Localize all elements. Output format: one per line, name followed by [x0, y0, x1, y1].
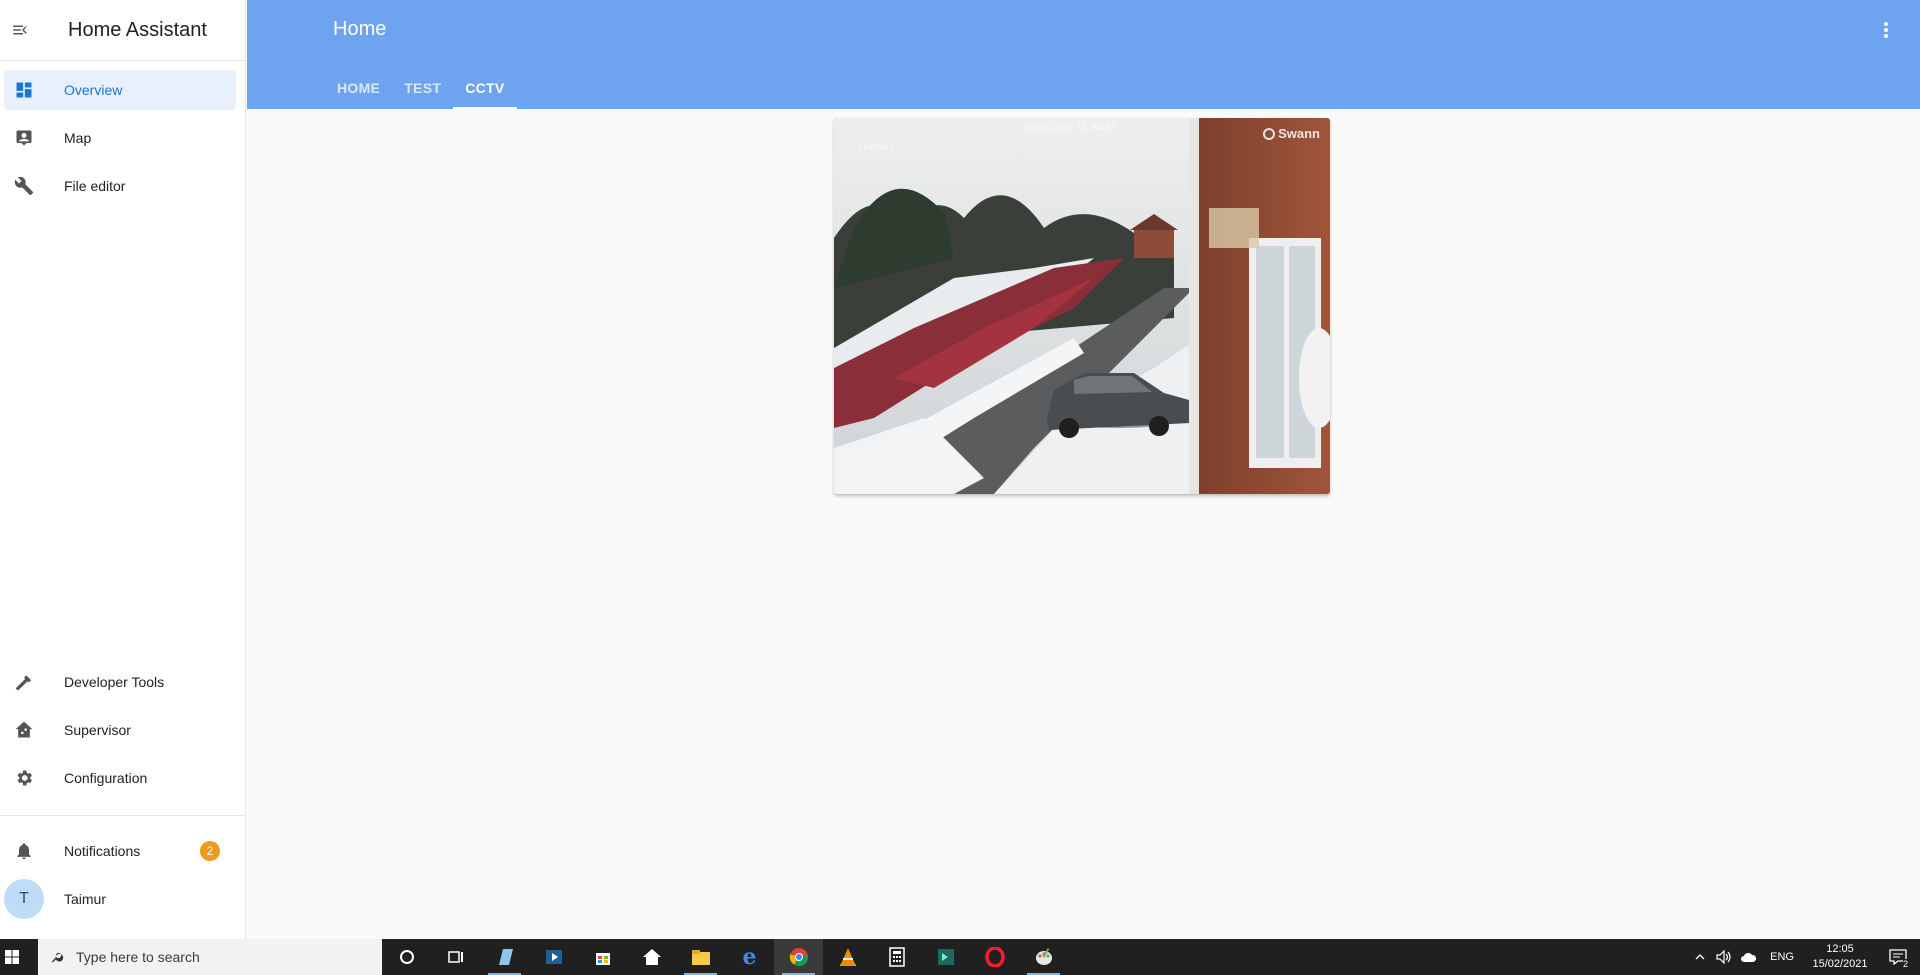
- sidebar-item-label: Supervisor: [64, 722, 131, 738]
- speaker-icon: [1716, 950, 1731, 964]
- notepad-icon: [498, 949, 513, 965]
- sidebar-item-overview[interactable]: Overview: [4, 70, 236, 110]
- home-icon: [642, 949, 661, 965]
- sidebar-item-label: Developer Tools: [64, 674, 165, 690]
- dots-vertical-icon: [1884, 22, 1888, 38]
- taskbar-app-vlc[interactable]: [823, 939, 872, 975]
- sidebar-item-file-editor[interactable]: File editor: [4, 166, 236, 206]
- taskbar-app-chrome[interactable]: [774, 939, 823, 975]
- sidebar-item-label: File editor: [64, 178, 126, 194]
- opera-icon: [984, 947, 1005, 967]
- sidebar-item-label: Map: [64, 130, 92, 146]
- input-language-indicator[interactable]: ENG: [1760, 951, 1804, 963]
- sidebar-item-configuration[interactable]: Configuration: [4, 758, 236, 798]
- cortana-circle-icon: [399, 950, 414, 964]
- app-header: Home HOME TEST CCTV: [247, 0, 1920, 109]
- onedrive-button[interactable]: [1736, 939, 1760, 975]
- sidebar-item-label: Notifications: [64, 843, 141, 859]
- hammer-icon: [4, 672, 44, 692]
- menu-collapse-button[interactable]: [0, 10, 40, 50]
- edge-icon: e: [742, 944, 757, 970]
- clock-date: 15/02/2021: [1812, 958, 1868, 970]
- sidebar-item-developer-tools[interactable]: Developer Tools: [4, 662, 236, 702]
- camera-feed-image: [834, 118, 1330, 494]
- volume-button[interactable]: [1712, 939, 1736, 975]
- taskbar-app-opera[interactable]: [970, 939, 1019, 975]
- taskbar-app-media[interactable]: [529, 939, 578, 975]
- tab-cctv[interactable]: CCTV: [453, 66, 517, 109]
- windows-taskbar: Type here to search e ENG 12:05 15/02/20…: [0, 939, 1920, 975]
- start-button[interactable]: [0, 939, 24, 975]
- taskbar-app-calculator[interactable]: [872, 939, 921, 975]
- cortana-button[interactable]: [382, 939, 431, 975]
- tab-test[interactable]: TEST: [392, 66, 453, 109]
- windows-logo-icon: [5, 950, 19, 964]
- chrome-icon: [789, 948, 808, 967]
- page-title: Home: [333, 18, 387, 40]
- taskbar-app-home[interactable]: [627, 939, 676, 975]
- notifications-badge: 2: [200, 841, 220, 861]
- sidebar-divider: [0, 815, 246, 816]
- search-icon: [51, 952, 64, 963]
- paint-palette-icon: [1035, 948, 1052, 965]
- avatar-wrapper: T: [4, 879, 44, 919]
- taskbar-search-box[interactable]: Type here to search: [38, 939, 382, 975]
- media-player-icon: [545, 950, 562, 964]
- camera-logo-text: Swann: [1278, 126, 1320, 141]
- more-options-button[interactable]: [1872, 14, 1900, 46]
- folder-icon: [691, 950, 710, 965]
- clock-time: 12:05: [1826, 943, 1854, 955]
- sidebar-item-notifications[interactable]: Notifications 2: [4, 831, 236, 871]
- taskbar-app-edge[interactable]: e: [725, 939, 774, 975]
- taskbar-app-paint[interactable]: [1019, 939, 1068, 975]
- sidebar-item-user[interactable]: T Taimur: [4, 879, 236, 919]
- camera-watermark-logo: Swann: [1263, 126, 1320, 141]
- action-center-button[interactable]: 2: [1876, 939, 1920, 975]
- sidebar-title: Home Assistant: [68, 18, 207, 41]
- account-box-icon: [4, 128, 44, 148]
- cog-icon: [4, 768, 44, 788]
- camera-timestamp: 15/02/2021 12:04:47: [1024, 123, 1116, 132]
- vlc-cone-icon: [839, 948, 856, 966]
- calculator-icon: [888, 947, 905, 967]
- menu-open-icon: [13, 25, 27, 35]
- store-bag-icon: [595, 953, 610, 965]
- taskbar-app-terminal[interactable]: [921, 939, 970, 975]
- taskbar-app-notepad[interactable]: [480, 939, 529, 975]
- cloud-icon: [1741, 953, 1757, 962]
- home-assistant-app: Home Assistant Overview Map File editor …: [0, 0, 1920, 939]
- view-tabs: HOME TEST CCTV: [325, 66, 517, 109]
- chevron-up-icon: [1695, 954, 1705, 960]
- camera-feed-card[interactable]: 15/02/2021 12:04:47 Channel 1 Swann: [834, 118, 1330, 494]
- taskbar-clock[interactable]: 12:05 15/02/2021: [1804, 942, 1876, 972]
- show-hidden-icons-button[interactable]: [1688, 939, 1712, 975]
- task-view-button[interactable]: [431, 939, 480, 975]
- tab-home[interactable]: HOME: [325, 66, 392, 109]
- sidebar-item-label: Overview: [64, 82, 123, 98]
- system-tray: ENG 12:05 15/02/2021 2: [1688, 939, 1920, 975]
- task-view-icon: [447, 951, 463, 963]
- sidebar-item-label: Configuration: [64, 770, 148, 786]
- taskbar-app-file-explorer[interactable]: [676, 939, 725, 975]
- terminal-app-icon: [937, 949, 954, 965]
- sidebar-item-map[interactable]: Map: [4, 118, 236, 158]
- home-assistant-icon: [4, 720, 44, 740]
- user-name: Taimur: [64, 891, 107, 907]
- bell-icon: [4, 841, 44, 861]
- view-dashboard-icon: [4, 80, 44, 100]
- camera-channel-label: Channel 1: [858, 142, 895, 151]
- sidebar: Home Assistant Overview Map File editor …: [0, 0, 246, 939]
- sidebar-item-supervisor[interactable]: Supervisor: [4, 710, 236, 750]
- wrench-icon: [4, 176, 44, 196]
- action-center-count: 2: [1902, 959, 1908, 969]
- search-placeholder: Type here to search: [76, 949, 200, 965]
- avatar: T: [4, 879, 44, 919]
- sidebar-header: Home Assistant: [0, 0, 245, 61]
- taskbar-app-store[interactable]: [578, 939, 627, 975]
- swann-logo-icon: [1263, 127, 1276, 140]
